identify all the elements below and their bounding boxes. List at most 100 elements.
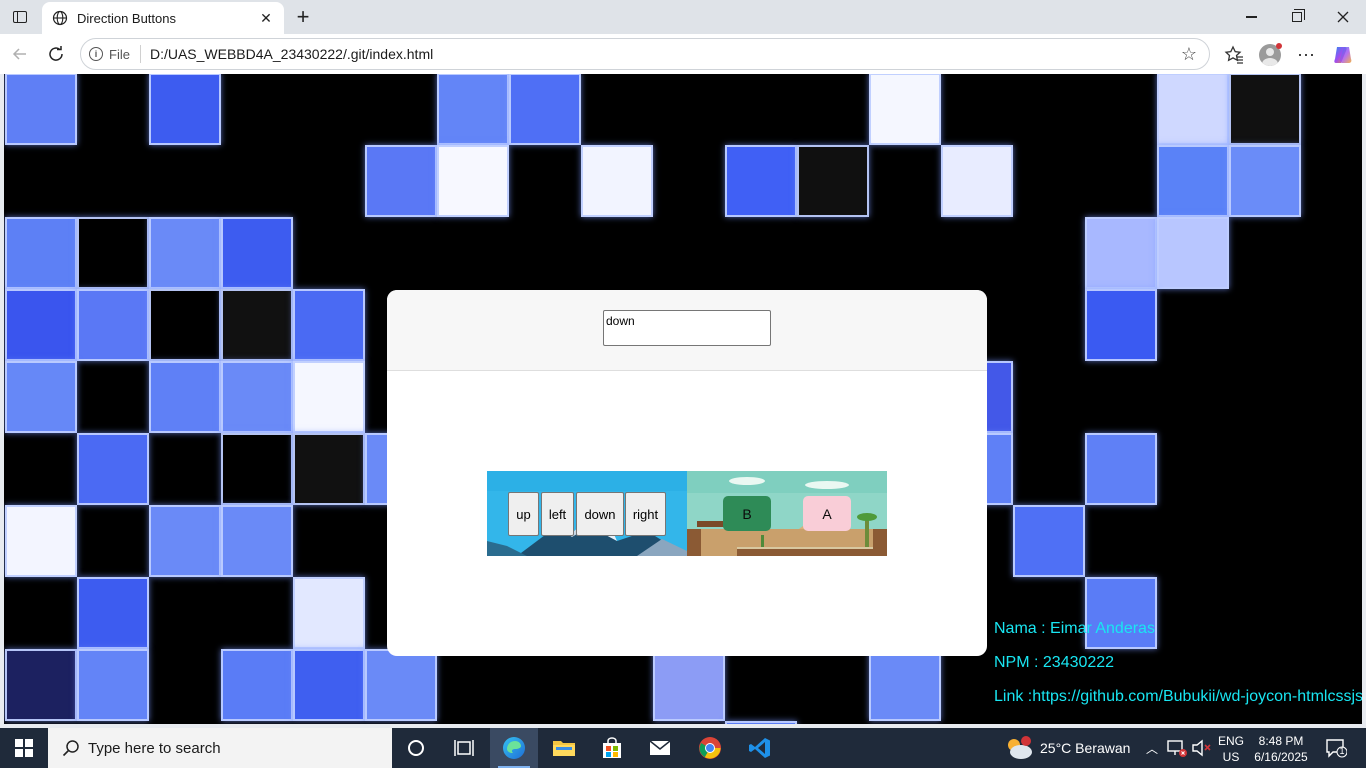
joycon-controller: up left down right B A [487,471,887,556]
network-icon[interactable] [1166,738,1188,758]
notification-center-button[interactable]: 1 [1316,728,1356,768]
address-scheme: File [109,46,130,62]
vscode-icon [749,738,770,758]
b-button[interactable]: B [723,496,771,531]
folder-icon [553,741,575,756]
tab-close-icon[interactable]: ✕ [256,8,276,28]
background-square [869,649,941,721]
background-square [1157,145,1229,217]
mail-icon [649,740,671,755]
background-square [77,649,149,721]
browser-tab[interactable]: Direction Buttons ✕ [42,2,284,34]
background-square [149,217,221,289]
background-square [1157,74,1229,145]
favorite-star-icon[interactable]: ☆ [1179,44,1199,64]
language-code: ENG [1218,734,1245,748]
start-button[interactable] [0,728,48,768]
student-npm: NPM : 23430222 [994,654,1115,671]
new-tab-button[interactable]: + [290,4,316,30]
file-explorer-button[interactable] [540,728,588,768]
weather-text: 25°C Berawan [1040,740,1131,756]
card-header: down [387,290,987,371]
background-square [941,145,1013,217]
vscode-button[interactable] [736,728,784,768]
desert-background-image [687,471,887,556]
background-square [5,217,77,289]
background-square [365,145,437,217]
background-square [725,721,797,724]
windows-logo-icon [15,739,33,757]
reload-button[interactable] [42,40,70,68]
a-button[interactable]: A [803,496,851,531]
arrow-left-icon [12,48,26,60]
background-square [1085,433,1157,505]
globe-icon [52,10,68,26]
notification-count: 1 [1339,746,1345,756]
background-square [293,289,365,361]
tab-actions-button[interactable] [6,5,34,29]
up-button[interactable]: up [508,492,539,536]
search-placeholder: Type here to search [88,739,221,757]
browser-toolbar: i File D:/UAS_WEBBD4A_23430222/.git/inde… [0,34,1366,74]
taskbar-search-box[interactable]: Type here to search [48,728,392,768]
background-square [1157,217,1229,289]
background-square [293,433,365,505]
background-square [1085,577,1157,649]
background-square [1013,505,1085,577]
weather-widget[interactable]: 25°C Berawan [1004,728,1130,768]
cortana-button[interactable] [392,728,440,768]
student-name: Nama : Eimar Anderas [994,620,1155,637]
background-square [149,361,221,433]
background-square [5,505,77,577]
github-link[interactable]: Link :https://github.com/Bubukii/wd-joyc… [994,688,1362,706]
background-square [437,145,509,217]
cortana-icon [408,740,424,756]
sidebar-icon [13,11,27,23]
background-square [77,433,149,505]
down-button[interactable]: down [576,492,624,536]
direction-output-textarea[interactable]: down [603,310,771,346]
page-viewport: down up left down right B A Nama: Eimar… [4,74,1362,724]
show-hidden-icons-chevron-icon[interactable]: ︿ [1144,740,1160,756]
restore-button[interactable] [1274,0,1320,34]
background-square [221,649,293,721]
background-square [149,74,221,145]
task-view-button[interactable] [440,728,488,768]
profile-avatar-icon[interactable] [1257,42,1283,68]
windows-taskbar: Type here to search 25°C Berawan ︿ ENG U… [0,728,1366,768]
edge-icon [503,737,525,759]
background-square [581,145,653,217]
address-bar[interactable]: i File D:/UAS_WEBBD4A_23430222/.git/inde… [80,38,1210,70]
mail-button[interactable] [636,728,684,768]
input-language-indicator[interactable]: ENG US [1218,733,1244,765]
dpad-panel: up left down right [487,471,687,556]
controller-card: down up left down right B A [387,290,987,656]
chrome-icon [699,737,721,759]
minimize-button[interactable] [1228,0,1274,34]
background-square [221,361,293,433]
background-square [293,361,365,433]
edge-taskbar-button[interactable] [490,728,538,768]
weather-cloud-icon [1008,736,1032,759]
action-panel: B A [687,471,887,556]
background-square [221,433,293,505]
info-icon[interactable]: i [89,47,103,61]
left-button[interactable]: left [541,492,574,536]
favorites-icon[interactable] [1221,42,1247,68]
more-options-icon[interactable]: ⋯ [1293,42,1319,68]
background-square [149,505,221,577]
back-button[interactable] [6,40,34,68]
store-button[interactable] [588,728,636,768]
background-square [77,217,149,289]
close-window-button[interactable] [1320,0,1366,34]
copilot-icon[interactable] [1330,42,1356,68]
background-square [77,577,149,649]
address-url[interactable]: D:/UAS_WEBBD4A_23430222/.git/index.html [150,46,1179,62]
background-square [5,74,77,145]
store-icon [603,737,621,758]
clock[interactable]: 8:48 PM 6/16/2025 [1250,733,1312,765]
volume-icon[interactable] [1190,738,1212,758]
right-button[interactable]: right [625,492,666,536]
chrome-button[interactable] [686,728,734,768]
background-square [5,289,77,361]
